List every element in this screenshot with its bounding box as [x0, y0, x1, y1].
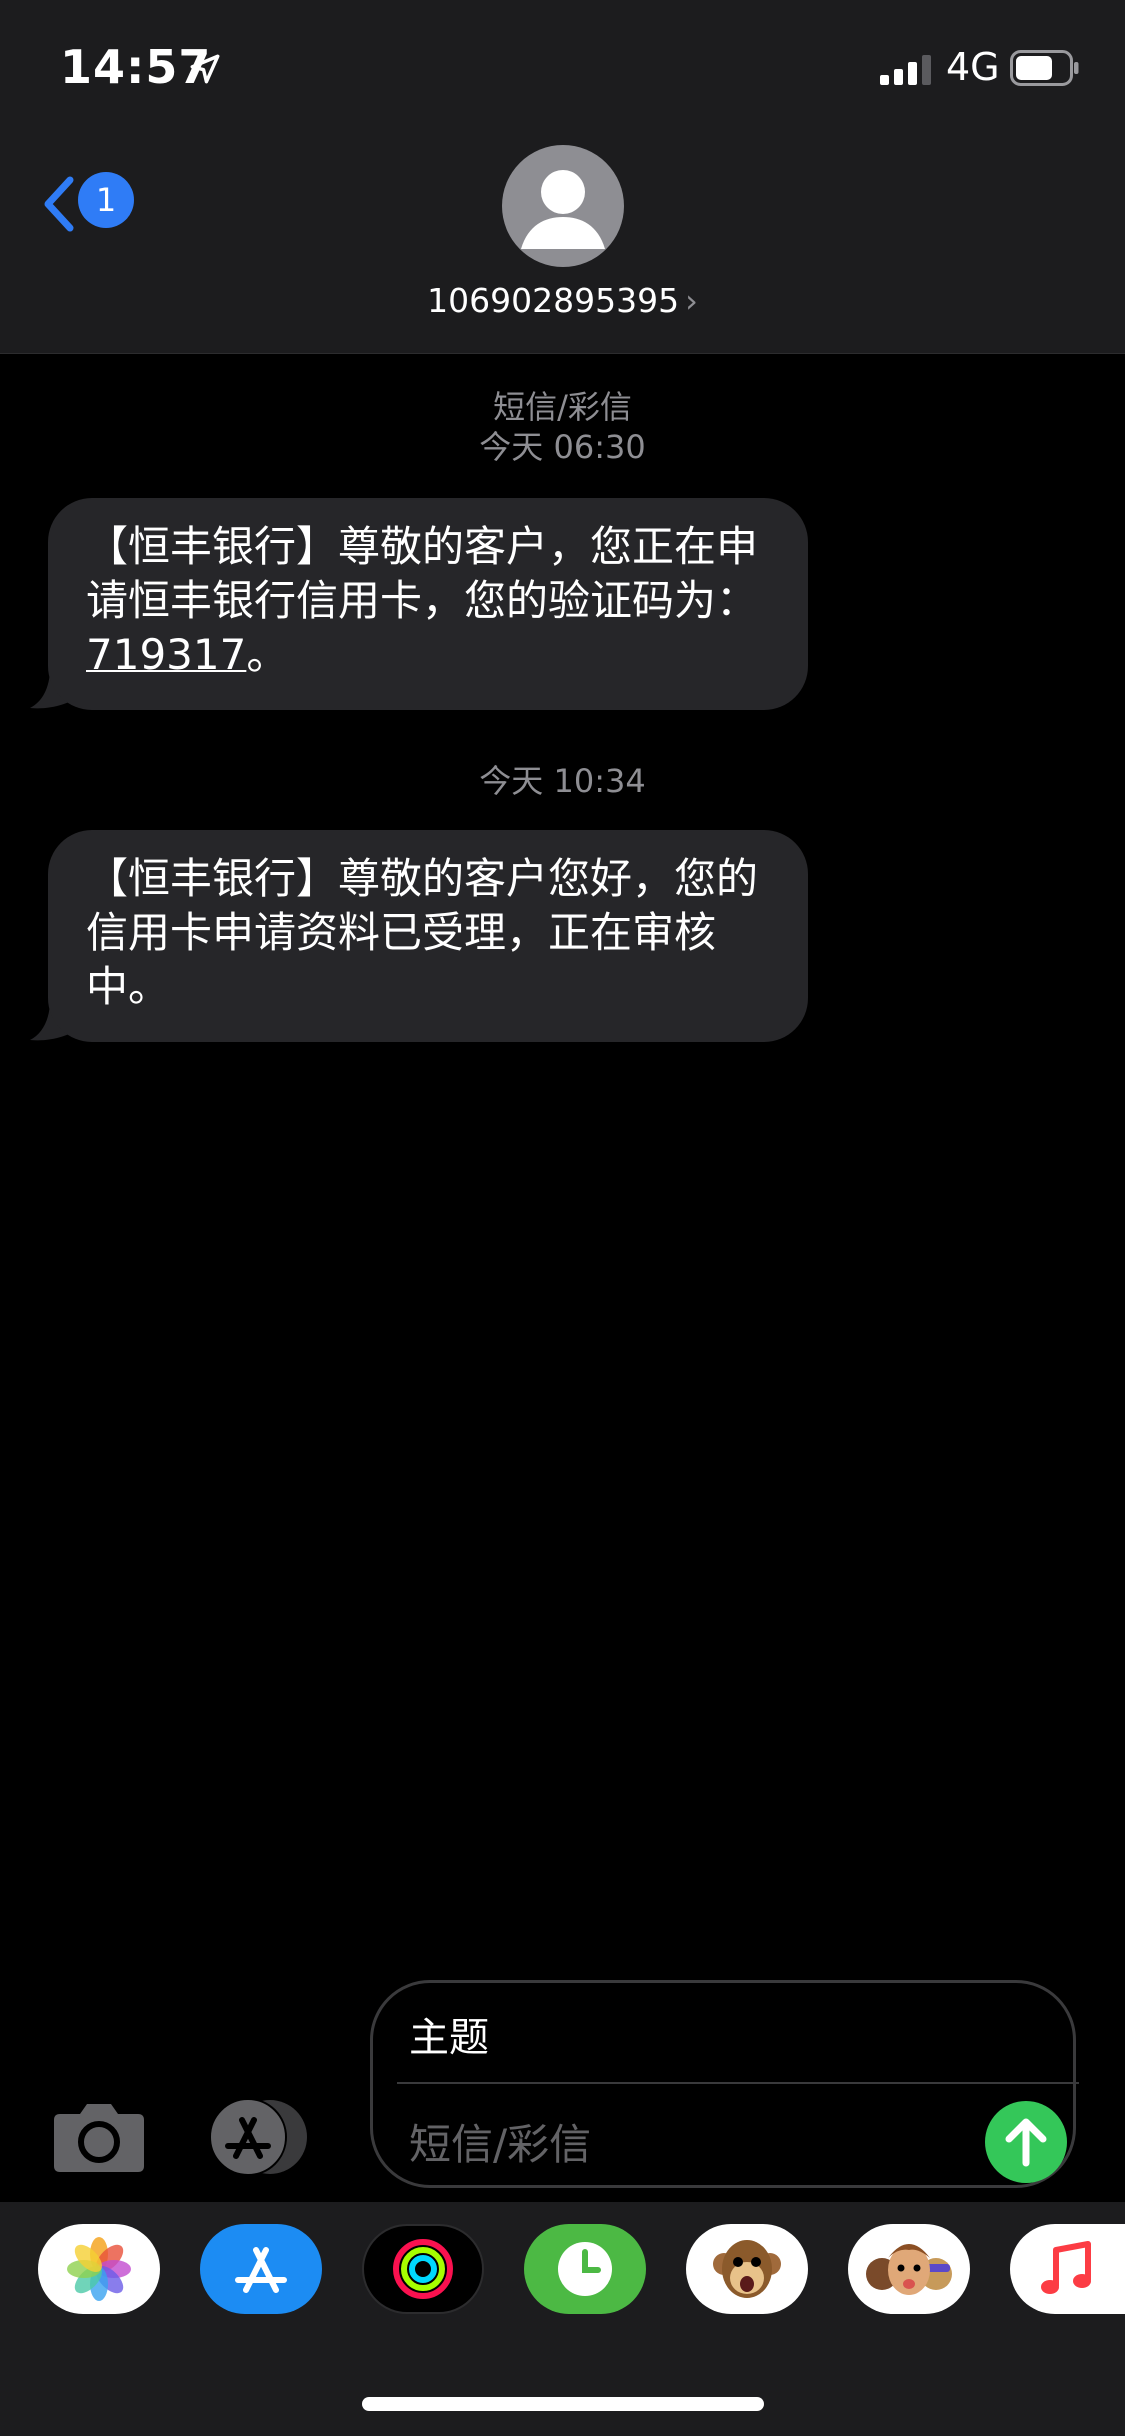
photos-icon	[67, 2237, 131, 2301]
message-text: 【恒丰银行】尊敬的客户您好，您的信用卡申请资料已受理，正在审核中。	[86, 854, 759, 1011]
message-text: 【恒丰银行】尊敬的客户，您正在申请恒丰银行信用卡，您的验证码为：	[86, 522, 759, 625]
service-label: 短信/彩信	[493, 388, 632, 426]
camera-button[interactable]	[52, 2100, 146, 2174]
location-arrow-icon	[190, 54, 220, 84]
activity-rings-icon	[393, 2239, 453, 2299]
subject-input[interactable]: 主题	[409, 2005, 1009, 2063]
back-button[interactable]: 1	[30, 160, 140, 240]
compose-box: 主题 短信/彩信	[370, 1980, 1079, 2188]
monkey-animoji-icon	[713, 2240, 781, 2298]
unread-count-badge: 1	[78, 172, 134, 228]
music-note-icon	[1041, 2241, 1091, 2294]
verification-code-link[interactable]: 719317	[86, 630, 246, 679]
app-store-app-icon	[235, 2247, 287, 2293]
app-store-icon	[209, 2098, 307, 2176]
arrow-up-icon	[1005, 2118, 1047, 2167]
send-button[interactable]	[985, 2101, 1067, 2183]
home-indicator[interactable]	[362, 2397, 764, 2411]
message-input[interactable]: 短信/彩信	[409, 2111, 909, 2172]
battery-icon	[1010, 50, 1079, 86]
memoji-app-button[interactable]	[848, 2224, 970, 2314]
person-icon	[521, 170, 605, 249]
cellular-signal-icon	[880, 55, 931, 85]
message-bubble[interactable]: 【恒丰银行】尊敬的客户您好，您的信用卡申请资料已受理，正在审核中。	[48, 830, 808, 1042]
message-bubble[interactable]: 【恒丰银行】尊敬的客户，您正在申请恒丰银行信用卡，您的验证码为： 719317。	[48, 498, 808, 710]
message-timestamp: 今天 06:30	[479, 428, 646, 466]
message-text-end: 。	[246, 630, 289, 679]
compose-divider	[397, 2082, 1079, 2084]
contact-avatar[interactable]	[502, 145, 624, 267]
status-bar: 14:57 4G	[0, 0, 1125, 135]
app-store-button[interactable]	[208, 2098, 320, 2176]
app-store-app-button[interactable]	[200, 2224, 322, 2314]
music-app-button[interactable]	[1010, 2224, 1125, 2314]
clock-icon	[558, 2242, 612, 2296]
camera-icon	[54, 2104, 144, 2172]
memoji-stickers-icon	[866, 2244, 952, 2295]
contact-name-row[interactable]: 106902895395 ›	[0, 281, 1125, 320]
contact-name: 106902895395	[427, 281, 680, 320]
chevron-right-icon: ›	[685, 282, 698, 320]
clock-app-button[interactable]	[524, 2224, 646, 2314]
animoji-app-button[interactable]	[686, 2224, 808, 2314]
photos-app-button[interactable]	[38, 2224, 160, 2314]
conversation-header: 1 106902895395 ›	[0, 135, 1125, 354]
activity-app-button[interactable]	[362, 2224, 484, 2314]
chevron-left-icon	[44, 176, 74, 232]
network-type: 4G	[946, 45, 1000, 89]
message-timestamp: 今天 10:34	[479, 762, 646, 800]
